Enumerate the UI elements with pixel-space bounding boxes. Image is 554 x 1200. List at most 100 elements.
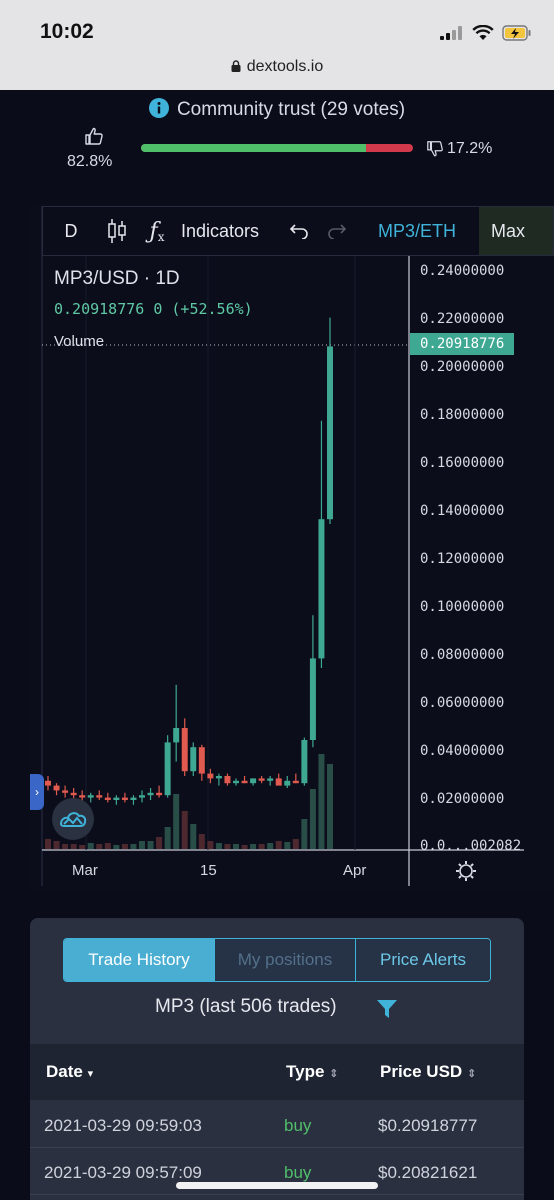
volume-bar bbox=[241, 845, 248, 849]
trades-title: MP3 (last 506 trades) bbox=[155, 996, 337, 1017]
chart-toolbar: D ƒx Indicators MP3/ETH Max bbox=[42, 206, 554, 256]
volume-bar bbox=[198, 834, 205, 849]
indicators-fx-icon[interactable]: ƒx bbox=[135, 207, 179, 255]
volume-bar bbox=[190, 824, 197, 849]
y-tick-label: 0.10000000 bbox=[420, 599, 505, 615]
candlestick-icon bbox=[108, 219, 126, 243]
trade-date: 2021-03-29 09:59:03 bbox=[44, 1116, 202, 1135]
chart-symbol: MP3/USD · 1D bbox=[54, 268, 180, 289]
tab-my-positions[interactable]: My positions bbox=[214, 939, 356, 981]
candle-body bbox=[215, 776, 222, 779]
candle-body bbox=[275, 778, 282, 786]
candle-body bbox=[62, 790, 69, 793]
candle-body bbox=[164, 742, 171, 796]
volume-bar bbox=[318, 754, 325, 849]
y-tick-label: 0.24000000 bbox=[420, 263, 505, 279]
volume-bar bbox=[292, 839, 299, 849]
candle-body bbox=[96, 795, 103, 798]
y-tick-label: 0.12000000 bbox=[420, 551, 505, 567]
volume-bar bbox=[301, 819, 308, 849]
sort-icon: ⇕ bbox=[466, 1068, 477, 1080]
y-tick-label: 0.04000000 bbox=[420, 743, 505, 759]
candle-body bbox=[233, 780, 239, 784]
table-row[interactable]: 2021-03-29 09:59:03 buy $0.20918777 bbox=[30, 1102, 524, 1148]
column-price-header[interactable]: Price USD ⇕ bbox=[380, 1062, 476, 1082]
volume-bar bbox=[130, 844, 137, 849]
side-panel-toggle[interactable]: › bbox=[30, 774, 44, 810]
candle-body bbox=[156, 792, 163, 796]
candle-body bbox=[113, 797, 120, 800]
candle-body bbox=[70, 792, 77, 796]
candle-body bbox=[292, 780, 299, 784]
candle-body bbox=[327, 346, 333, 520]
candle-body bbox=[241, 780, 248, 784]
last-price-marker: 0.20918776 bbox=[410, 333, 514, 355]
y-tick-label: 0.14000000 bbox=[420, 503, 505, 519]
volume-bar bbox=[164, 827, 171, 849]
undo-icon bbox=[289, 224, 308, 239]
volume-bar bbox=[224, 844, 231, 849]
chart-price-change: 0.20918776 0 (+52.56%) bbox=[54, 300, 253, 318]
x-tick-label: Apr bbox=[343, 862, 367, 879]
candle-body bbox=[104, 797, 111, 800]
chart-type-button[interactable] bbox=[99, 207, 135, 255]
tab-trade-history[interactable]: Trade History bbox=[64, 939, 214, 981]
trades-tabs: Trade History My positions Price Alerts bbox=[63, 938, 491, 982]
volume-bar bbox=[275, 841, 282, 849]
volume-bar bbox=[233, 844, 239, 849]
redo-button[interactable] bbox=[319, 207, 355, 255]
volume-bar bbox=[147, 841, 154, 849]
pair-switch-button[interactable]: MP3/ETH bbox=[355, 207, 479, 255]
x-tick-label: 15 bbox=[200, 862, 217, 879]
candle-body bbox=[207, 773, 214, 779]
column-price-label: Price USD bbox=[380, 1062, 463, 1081]
volume-bar bbox=[62, 844, 69, 849]
trade-price: $0.20918777 bbox=[378, 1116, 478, 1135]
candle-body bbox=[139, 795, 145, 798]
x-tick-label: Mar bbox=[72, 862, 98, 879]
undo-button[interactable] bbox=[279, 207, 319, 255]
redo-icon bbox=[328, 224, 347, 239]
column-type-label: Type bbox=[286, 1062, 325, 1081]
indicators-button[interactable]: Indicators bbox=[179, 207, 279, 255]
interval-button[interactable]: D bbox=[43, 207, 99, 255]
cloud-logo-icon bbox=[59, 812, 87, 827]
volume-bar bbox=[215, 843, 222, 849]
candle-body bbox=[224, 776, 231, 784]
column-date-header[interactable]: Date ▾ bbox=[46, 1062, 93, 1082]
tradingview-logo[interactable] bbox=[52, 798, 94, 840]
candle-body bbox=[258, 778, 265, 781]
volume-bar bbox=[267, 843, 274, 849]
volume-label: Volume bbox=[54, 333, 105, 350]
volume-bar bbox=[139, 841, 145, 849]
candle-body bbox=[190, 747, 197, 772]
volume-bar bbox=[104, 843, 111, 849]
candle-body bbox=[250, 778, 257, 784]
trade-type: buy bbox=[284, 1163, 312, 1182]
volume-bar bbox=[53, 841, 60, 849]
candle-body bbox=[301, 740, 308, 784]
home-indicator[interactable] bbox=[176, 1182, 378, 1189]
candle-body bbox=[173, 728, 180, 743]
volume-bar bbox=[250, 844, 257, 849]
tab-price-alerts[interactable]: Price Alerts bbox=[356, 939, 490, 981]
y-tick-label: 0.18000000 bbox=[420, 407, 505, 423]
y-tick-label: 0.16000000 bbox=[420, 455, 505, 471]
trade-price: $0.20821621 bbox=[378, 1163, 478, 1182]
candle-body bbox=[147, 792, 154, 796]
candle-body bbox=[121, 797, 128, 800]
volume-bar bbox=[309, 789, 316, 849]
y-tick-label: 0.20000000 bbox=[420, 359, 505, 375]
candle-body bbox=[318, 519, 325, 659]
max-button[interactable]: Max bbox=[479, 207, 553, 255]
filter-icon[interactable] bbox=[376, 998, 398, 1020]
volume-bar bbox=[181, 811, 188, 849]
volume-bar bbox=[156, 837, 163, 849]
volume-bar bbox=[207, 841, 214, 849]
volume-bar bbox=[87, 843, 94, 849]
gear-icon[interactable] bbox=[455, 860, 477, 882]
volume-bar bbox=[113, 845, 120, 849]
column-type-header[interactable]: Type ⇕ bbox=[286, 1062, 338, 1082]
y-tick-label: 0.0...002082 bbox=[420, 838, 522, 854]
trades-table-header: Date ▾ Type ⇕ Price USD ⇕ bbox=[30, 1044, 524, 1100]
